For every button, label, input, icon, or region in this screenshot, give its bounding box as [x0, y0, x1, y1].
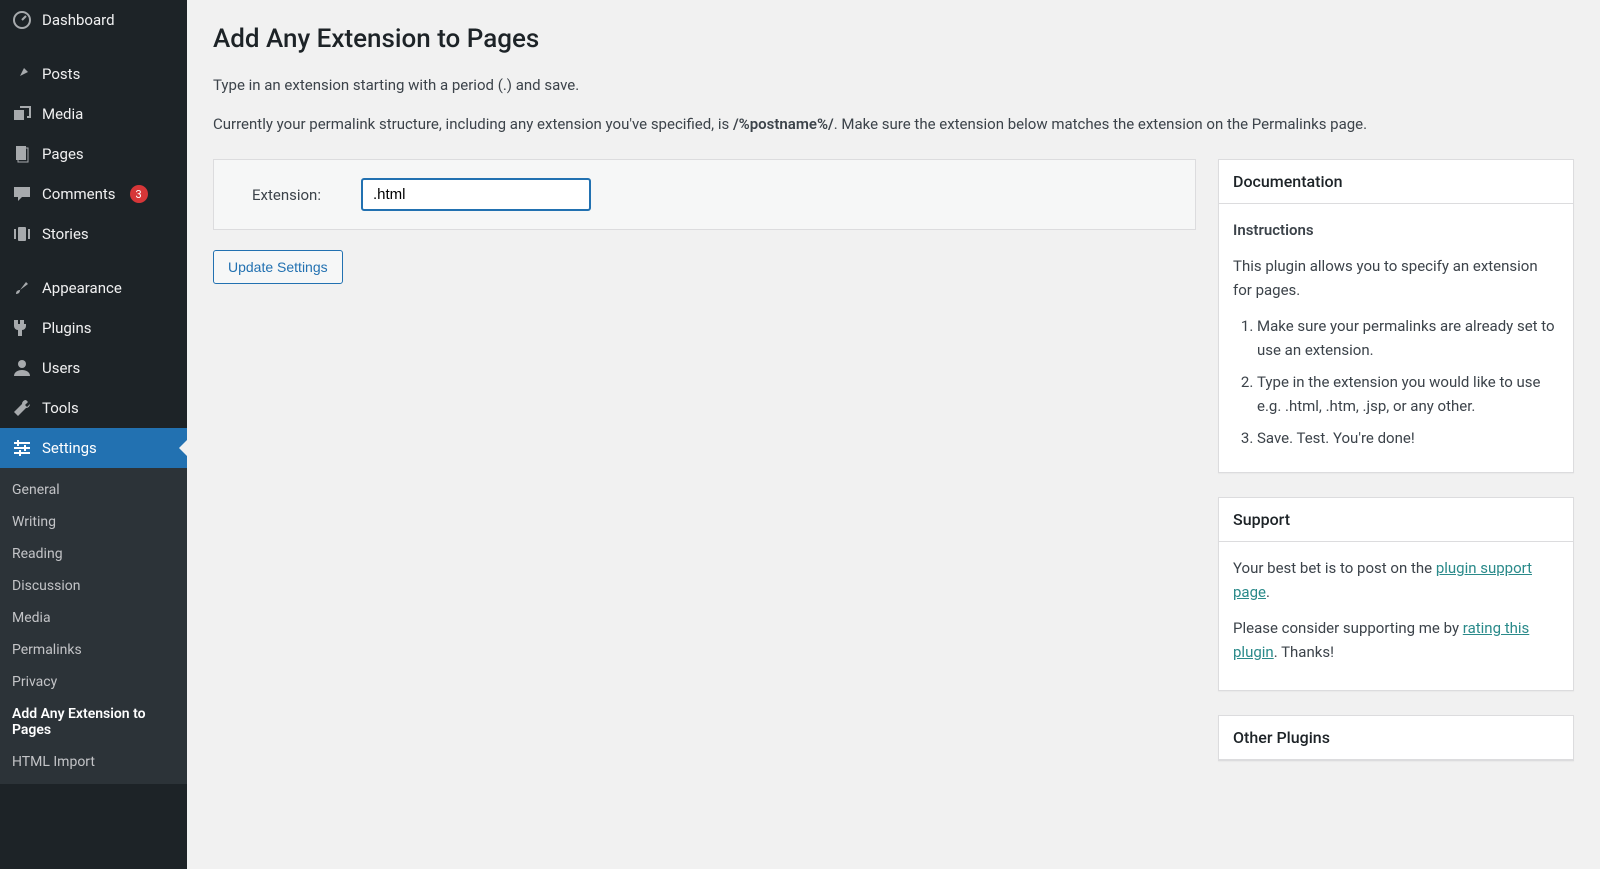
sidebar-label: Media [42, 105, 83, 123]
documentation-panel: Documentation Instructions This plugin a… [1218, 159, 1574, 473]
sidebar-item-dashboard[interactable]: Dashboard [0, 0, 187, 40]
main-content: Add Any Extension to Pages Type in an ex… [187, 0, 1600, 869]
sidebar-item-tools[interactable]: Tools [0, 388, 187, 428]
pin-icon [12, 64, 32, 84]
comment-icon [12, 184, 32, 204]
submenu-general[interactable]: General [0, 474, 187, 506]
submenu-privacy[interactable]: Privacy [0, 666, 187, 698]
settings-submenu: General Writing Reading Discussion Media… [0, 468, 187, 784]
instructions-heading: Instructions [1233, 218, 1559, 242]
extension-label: Extension: [252, 186, 321, 204]
sidebar-item-plugins[interactable]: Plugins [0, 308, 187, 348]
page-title: Add Any Extension to Pages [213, 10, 1574, 58]
support-panel: Support Your best bet is to post on the … [1218, 497, 1574, 691]
stories-icon [12, 224, 32, 244]
submenu-media[interactable]: Media [0, 602, 187, 634]
sidebar-label: Pages [42, 145, 84, 163]
instructions-list: Make sure your permalinks are already se… [1233, 314, 1559, 450]
sidebar-label: Tools [42, 399, 79, 417]
support-heading: Support [1219, 498, 1573, 542]
page-icon [12, 144, 32, 164]
sidebar-item-posts[interactable]: Posts [0, 54, 187, 94]
sidebar-label: Posts [42, 65, 80, 83]
sidebar-item-users[interactable]: Users [0, 348, 187, 388]
instruction-step: Make sure your permalinks are already se… [1257, 314, 1559, 362]
support-line-1: Your best bet is to post on the plugin s… [1233, 556, 1559, 604]
sidebar-item-media[interactable]: Media [0, 94, 187, 134]
sidebar-item-settings[interactable]: Settings [0, 428, 187, 468]
intro-line-2: Currently your permalink structure, incl… [213, 113, 1574, 136]
submenu-writing[interactable]: Writing [0, 506, 187, 538]
media-icon [12, 104, 32, 124]
sidebar-label: Appearance [42, 279, 122, 297]
instructions-lead: This plugin allows you to specify an ext… [1233, 254, 1559, 302]
support-line-2: Please consider supporting me by rating … [1233, 616, 1559, 664]
wrench-icon [12, 398, 32, 418]
sidebar-item-comments[interactable]: Comments 3 [0, 174, 187, 214]
sidebar-item-pages[interactable]: Pages [0, 134, 187, 174]
dashboard-icon [12, 10, 32, 30]
instruction-step: Type in the extension you would like to … [1257, 370, 1559, 418]
other-plugins-heading: Other Plugins [1219, 716, 1573, 760]
submenu-reading[interactable]: Reading [0, 538, 187, 570]
sidebar-label: Dashboard [42, 11, 115, 29]
plug-icon [12, 318, 32, 338]
submenu-discussion[interactable]: Discussion [0, 570, 187, 602]
sidebar-label: Stories [42, 225, 89, 243]
sidebar-label: Plugins [42, 319, 91, 337]
user-icon [12, 358, 32, 378]
extension-input[interactable] [361, 178, 591, 211]
other-plugins-panel: Other Plugins [1218, 715, 1574, 761]
sidebar-item-appearance[interactable]: Appearance [0, 268, 187, 308]
sidebar-label: Comments [42, 185, 116, 203]
sidebar-item-stories[interactable]: Stories [0, 214, 187, 254]
comments-badge: 3 [130, 185, 148, 203]
documentation-heading: Documentation [1219, 160, 1573, 204]
submenu-html-import[interactable]: HTML Import [0, 746, 187, 778]
submenu-add-any-extension[interactable]: Add Any Extension to Pages [0, 698, 187, 746]
sidebar-label: Users [42, 359, 80, 377]
update-settings-button[interactable]: Update Settings [213, 250, 343, 284]
instruction-step: Save. Test. You're done! [1257, 426, 1559, 450]
intro-line-1: Type in an extension starting with a per… [213, 74, 1574, 97]
admin-sidebar: Dashboard Posts Media Pages Comments 3 S… [0, 0, 187, 869]
extension-form: Extension: [213, 159, 1196, 230]
brush-icon [12, 278, 32, 298]
sliders-icon [12, 438, 32, 458]
submenu-permalinks[interactable]: Permalinks [0, 634, 187, 666]
sidebar-label: Settings [42, 439, 97, 457]
